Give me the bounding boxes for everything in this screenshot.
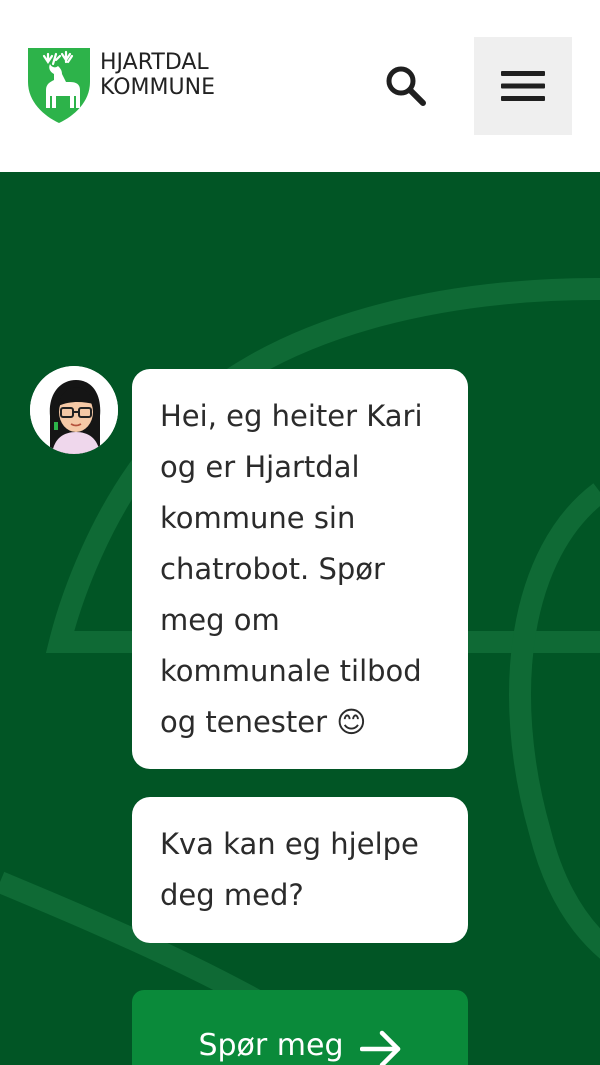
municipality-logo[interactable]: HJARTDAL KOMMUNE <box>26 46 215 124</box>
chat-panel: Hei, eg heiter Kari og er Hjartdal kommu… <box>0 172 600 1065</box>
ask-me-button[interactable]: Spør meg <box>132 990 468 1065</box>
chatbot-avatar <box>30 366 118 454</box>
menu-button[interactable] <box>474 37 572 135</box>
deer-shield-icon <box>28 48 90 123</box>
hamburger-menu-icon <box>501 71 545 101</box>
page: HJARTDAL KOMMUNE Hei, eg heiter Kari og … <box>0 0 600 1065</box>
chatbot-avatar-icon <box>30 366 118 454</box>
chat-message-greeting: Hei, eg heiter Kari og er Hjartdal kommu… <box>132 369 468 769</box>
chat-message-question: Kva kan eg hjelpe deg med? <box>132 797 468 943</box>
arrow-right-icon <box>359 1030 400 1065</box>
search-icon <box>386 66 426 106</box>
logo-line-1: HJARTDAL <box>100 50 209 75</box>
site-header: HJARTDAL KOMMUNE <box>0 0 600 172</box>
logo-wordmark: HJARTDAL KOMMUNE <box>100 50 215 100</box>
logo-line-2: KOMMUNE <box>100 75 215 100</box>
ask-me-label: Spør meg <box>198 1028 344 1063</box>
search-button[interactable] <box>376 56 436 116</box>
